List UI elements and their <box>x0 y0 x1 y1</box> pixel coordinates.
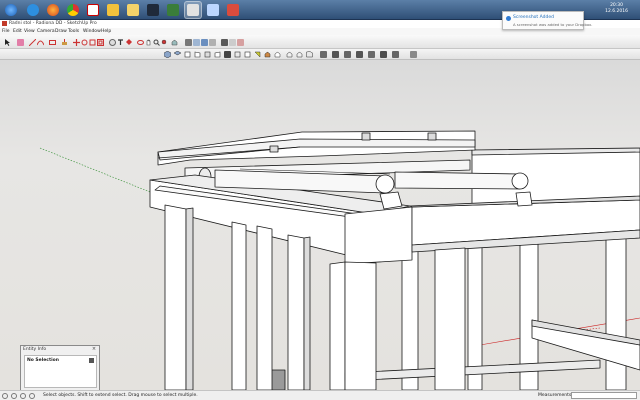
notification-title: Screenshot Added <box>513 15 554 20</box>
back-view-icon[interactable] <box>204 51 211 58</box>
folder-icon[interactable] <box>184 1 202 19</box>
pan-icon[interactable] <box>145 39 152 46</box>
offset-icon[interactable] <box>97 39 104 46</box>
model-viewport[interactable]: Entity Info × No Selection <box>0 60 640 390</box>
fog-icon[interactable] <box>229 39 236 46</box>
paint-icon[interactable] <box>164 1 182 19</box>
section-cut-icon[interactable] <box>356 51 363 58</box>
soften-icon[interactable] <box>410 51 417 58</box>
menu-edit[interactable]: Edit <box>13 29 22 34</box>
status-bar: Select objects. Shift to extend select. … <box>0 390 640 400</box>
hidden-line-icon[interactable] <box>244 51 251 58</box>
help-icon[interactable] <box>29 393 35 399</box>
iso-view-icon[interactable] <box>164 51 171 58</box>
move-icon[interactable] <box>73 39 80 46</box>
material-swatch-icon[interactable] <box>89 358 94 363</box>
solid-tools-icon[interactable] <box>368 51 375 58</box>
menu-file[interactable]: File <box>2 29 10 34</box>
monochrome-icon[interactable] <box>274 51 281 58</box>
menu-help[interactable]: Help <box>101 29 111 34</box>
text-icon[interactable] <box>117 39 124 46</box>
styles-icon[interactable] <box>209 39 216 46</box>
chrome-icon[interactable] <box>64 1 82 19</box>
ie-icon[interactable] <box>24 1 42 19</box>
acrobat-icon[interactable] <box>84 1 102 19</box>
wireframe-icon[interactable] <box>234 51 241 58</box>
zoom-icon[interactable] <box>153 39 160 46</box>
section-fill-icon[interactable] <box>306 51 313 58</box>
shadows-icon[interactable] <box>221 39 228 46</box>
dropbox-notification[interactable]: Screenshot Added A screenshot was added … <box>502 11 593 30</box>
entity-info-panel[interactable]: Entity Info × No Selection <box>20 345 100 390</box>
section-plane-icon[interactable] <box>286 51 293 58</box>
zoom-extents-icon[interactable] <box>161 39 168 46</box>
clock-date: 12.6.2016 <box>605 9 628 14</box>
match-photo-icon[interactable] <box>237 39 244 46</box>
menu-window[interactable]: Window <box>83 29 101 34</box>
window-title: Radni stol - Radiona DD - SketchUp Pro <box>9 21 97 26</box>
tape-icon[interactable] <box>109 39 116 46</box>
menu-camera[interactable]: Camera <box>37 29 55 34</box>
shaded-icon[interactable] <box>254 51 261 58</box>
right-view-icon[interactable] <box>194 51 201 58</box>
display-section-icon[interactable] <box>296 51 303 58</box>
entity-info-title: Entity Info <box>23 347 47 352</box>
outliner-icon[interactable] <box>201 39 208 46</box>
firefox-icon[interactable] <box>44 1 62 19</box>
paint-bucket-icon[interactable] <box>125 39 132 46</box>
front-view-icon[interactable] <box>184 51 191 58</box>
entity-selection-label: No Selection <box>27 358 59 363</box>
sketchup-icon[interactable] <box>124 1 142 19</box>
menu-view[interactable]: View <box>24 29 35 34</box>
textured-icon[interactable] <box>264 51 271 58</box>
top-view-icon[interactable] <box>174 51 181 58</box>
layout-icon[interactable] <box>224 1 242 19</box>
eraser-icon[interactable] <box>17 39 24 46</box>
menu-draw[interactable]: Draw <box>55 29 67 34</box>
dropbox-icon <box>506 16 511 21</box>
rotate-icon[interactable] <box>81 39 88 46</box>
notification-body: A screenshot was added to your Dropbox. <box>513 22 593 27</box>
scale-icon[interactable] <box>89 39 96 46</box>
select-icon[interactable] <box>4 39 11 46</box>
measurements-label: Measurements <box>538 393 572 398</box>
views-toolbar <box>0 49 640 60</box>
user-icon[interactable] <box>20 393 26 399</box>
arc-icon[interactable] <box>37 39 44 46</box>
status-icons <box>2 393 36 399</box>
push-pull-icon[interactable] <box>61 39 68 46</box>
notes-icon[interactable] <box>204 1 222 19</box>
camera-position-icon[interactable] <box>320 51 327 58</box>
rectangle-icon[interactable] <box>49 39 56 46</box>
group-icon[interactable] <box>193 39 200 46</box>
left-view-icon[interactable] <box>214 51 221 58</box>
workbench-model[interactable] <box>0 60 640 390</box>
sketchup-logo-icon <box>2 21 7 26</box>
clock[interactable]: 20:30 12.6.2016 <box>605 3 628 15</box>
entity-info-body: No Selection <box>24 355 97 388</box>
credits-icon[interactable] <box>11 393 17 399</box>
green-axis <box>39 147 166 199</box>
media-icon[interactable] <box>144 1 162 19</box>
main-toolbar <box>0 35 640 78</box>
geo-location-icon[interactable] <box>2 393 8 399</box>
sandbox-icon[interactable] <box>380 51 387 58</box>
xray-icon[interactable] <box>224 51 231 58</box>
line-icon[interactable] <box>29 39 36 46</box>
explorer-icon[interactable] <box>104 1 122 19</box>
start-orb-icon[interactable] <box>2 1 20 19</box>
look-around-icon[interactable] <box>344 51 351 58</box>
status-hint: Select objects. Shift to extend select. … <box>43 393 198 398</box>
walk-icon[interactable] <box>332 51 339 58</box>
layers-icon[interactable] <box>392 51 399 58</box>
menu-tools[interactable]: Tools <box>68 29 79 34</box>
warehouse-icon[interactable] <box>171 39 178 46</box>
orbit-icon[interactable] <box>137 39 144 46</box>
measurements-input[interactable] <box>571 392 637 399</box>
component-icon[interactable] <box>185 39 192 46</box>
close-icon[interactable]: × <box>91 347 97 352</box>
